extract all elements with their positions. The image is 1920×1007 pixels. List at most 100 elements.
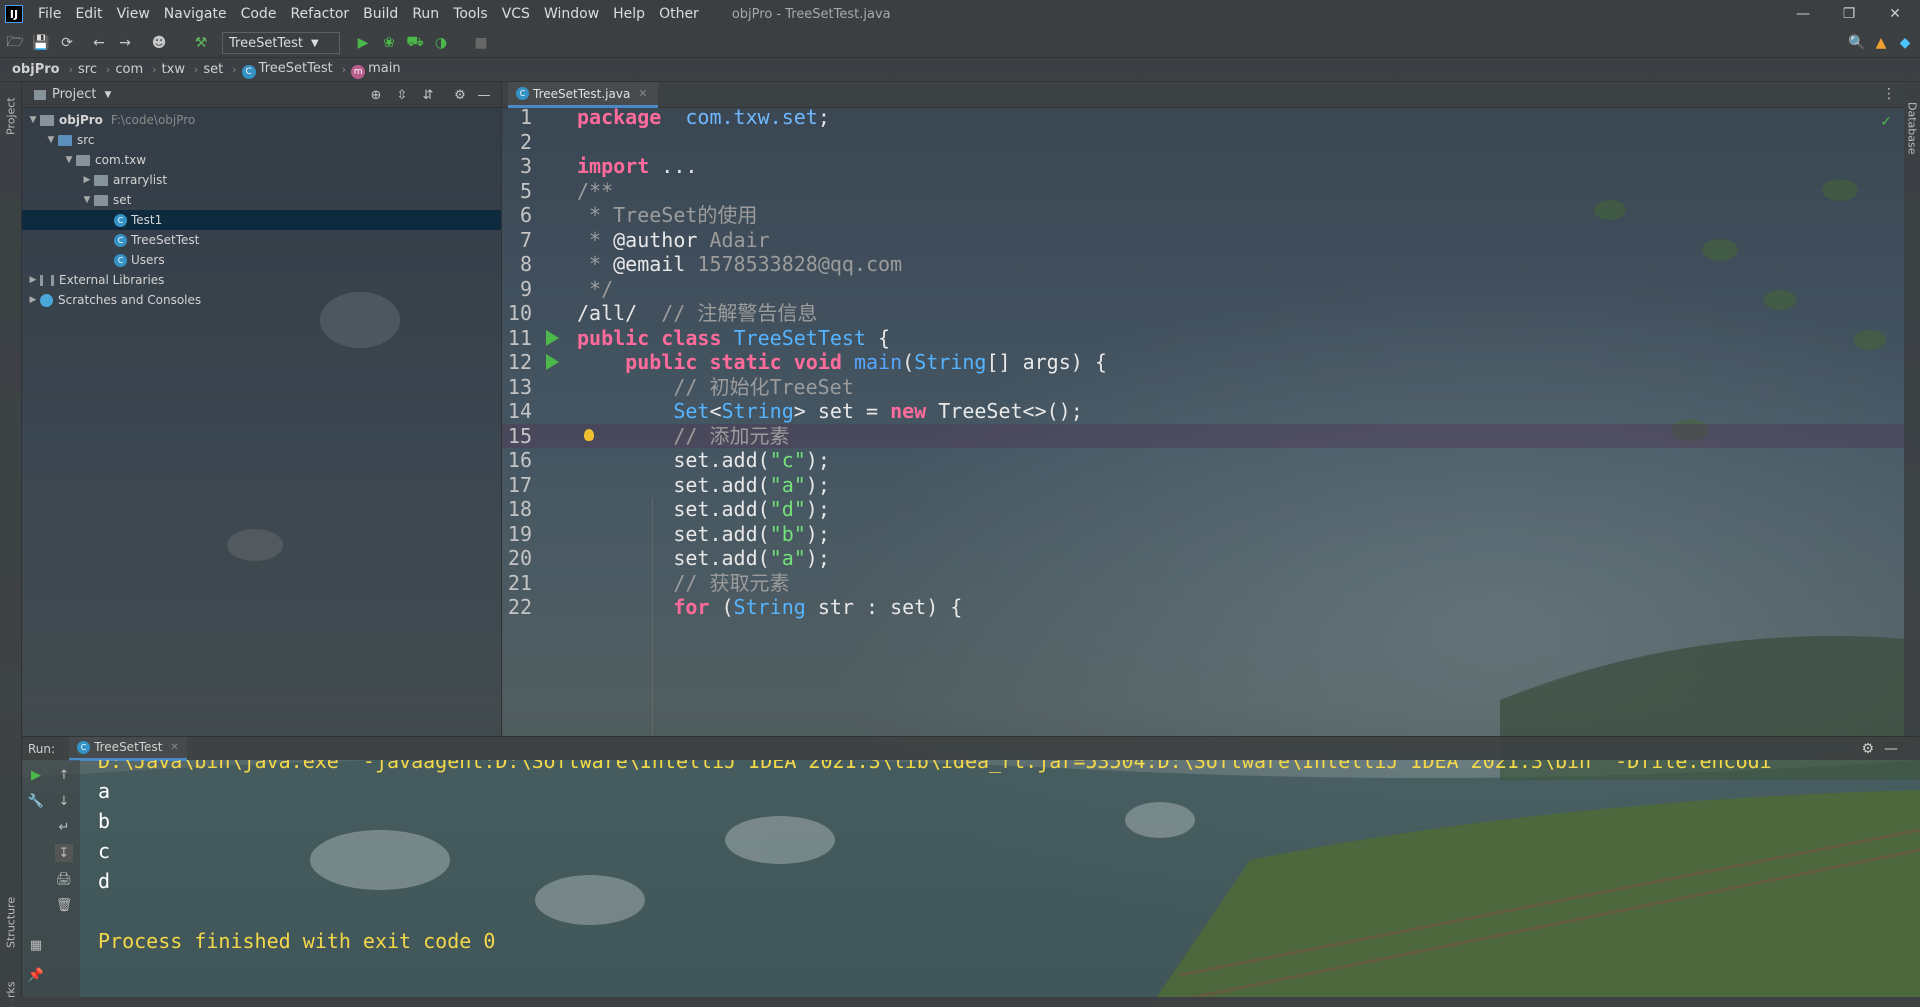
- breadcrumb-com[interactable]: com: [115, 62, 143, 77]
- structure-tool-tab[interactable]: Structure: [0, 882, 22, 962]
- menu-view[interactable]: View: [110, 6, 157, 22]
- code-line[interactable]: 9 */: [502, 277, 1904, 302]
- tree-item-objpro[interactable]: ▼ objPro F:\code\objPro: [22, 110, 501, 130]
- code-line[interactable]: 2: [502, 130, 1904, 155]
- collapse-all-icon[interactable]: ⇵: [420, 87, 436, 103]
- code-line[interactable]: 22 for (String str : set) {: [502, 595, 1904, 620]
- tree-item-arrarylist[interactable]: ▶ arrarylist: [22, 170, 501, 190]
- line-number[interactable]: 2: [502, 130, 532, 155]
- line-number[interactable]: 10: [502, 301, 532, 326]
- open-folder-icon[interactable]: 🗁: [6, 34, 24, 52]
- code-line[interactable]: 10/all/ // 注解警告信息: [502, 301, 1904, 326]
- tree-item-src[interactable]: ▼ src: [22, 130, 501, 150]
- chevron-down-icon[interactable]: ▼: [26, 115, 40, 125]
- gear-icon[interactable]: ⚙: [452, 87, 468, 103]
- breadcrumb-txw[interactable]: txw: [162, 62, 185, 77]
- tree-item-scratches[interactable]: ▶ Scratches and Consoles: [22, 290, 501, 310]
- tree-item-treesettest[interactable]: C TreeSetTest: [22, 230, 501, 250]
- menu-edit[interactable]: Edit: [68, 6, 109, 22]
- line-number[interactable]: 11: [502, 326, 532, 351]
- close-tab-icon[interactable]: ✕: [638, 87, 647, 100]
- code-line[interactable]: 21 // 获取元素: [502, 571, 1904, 596]
- code-line[interactable]: 12 public static void main(String[] args…: [502, 350, 1904, 375]
- scroll-to-end-icon[interactable]: ↧: [55, 844, 73, 862]
- project-tool-tab[interactable]: Project: [0, 86, 22, 146]
- line-number[interactable]: 16: [502, 448, 532, 473]
- line-number[interactable]: 22: [502, 595, 532, 620]
- line-number[interactable]: 7: [502, 228, 532, 253]
- gutter-run-icon[interactable]: [546, 354, 559, 370]
- database-tool-tab[interactable]: Database: [1904, 88, 1920, 168]
- layout-icon[interactable]: ▦: [27, 936, 45, 954]
- code-line[interactable]: 11 public class TreeSetTest {: [502, 326, 1904, 351]
- code-line[interactable]: 13 // 初始化TreeSet: [502, 375, 1904, 400]
- coverage-icon[interactable]: ⛟: [406, 34, 424, 52]
- tab-treesettest-java[interactable]: C TreeSetTest.java ✕: [508, 82, 658, 108]
- chevron-right-icon[interactable]: ▶: [26, 295, 40, 305]
- soft-wrap-icon[interactable]: ↵: [55, 818, 73, 836]
- code-line[interactable]: 20 set.add("a");: [502, 546, 1904, 571]
- tree-item-external-libraries[interactable]: ▶ External Libraries: [22, 270, 501, 290]
- line-number[interactable]: 15: [502, 424, 532, 449]
- debug-bug-icon[interactable]: ❀: [380, 34, 398, 52]
- hide-panel-icon[interactable]: —: [476, 87, 492, 103]
- code-editor[interactable]: 1 package com.txw.set; 2 3 import ... 5/** 6 *…: [502, 108, 1904, 736]
- menu-refactor[interactable]: Refactor: [283, 6, 356, 22]
- stop-icon[interactable]: ■: [472, 34, 490, 52]
- menu-navigate[interactable]: Navigate: [157, 6, 234, 22]
- code-line[interactable]: 18 set.add("d");: [502, 497, 1904, 522]
- line-number[interactable]: 18: [502, 497, 532, 522]
- breadcrumb-set[interactable]: set: [203, 62, 223, 77]
- back-icon[interactable]: ←: [90, 34, 108, 52]
- line-number[interactable]: 13: [502, 375, 532, 400]
- code-line[interactable]: 17 set.add("a");: [502, 473, 1904, 498]
- code-line[interactable]: 3 import ...: [502, 154, 1904, 179]
- code-line[interactable]: 15 // 添加元素: [502, 423, 1904, 449]
- gutter-run-icon[interactable]: [546, 329, 559, 346]
- line-number[interactable]: 5: [502, 179, 532, 204]
- minimize-icon[interactable]: —: [1780, 0, 1826, 28]
- menu-code[interactable]: Code: [234, 6, 284, 22]
- expand-all-icon[interactable]: ⇳: [394, 87, 410, 103]
- menu-tools[interactable]: Tools: [446, 6, 495, 22]
- close-tab-icon[interactable]: ✕: [170, 742, 178, 753]
- user-icon[interactable]: ☻: [150, 34, 168, 52]
- menu-other[interactable]: Other: [652, 6, 706, 22]
- chevron-down-icon[interactable]: ▼: [44, 135, 58, 145]
- code-line[interactable]: 8 * @email 1578533828@qq.com: [502, 252, 1904, 277]
- chevron-right-icon[interactable]: ▶: [80, 175, 94, 185]
- search-icon[interactable]: 🔍: [1848, 34, 1866, 52]
- code-line[interactable]: 6 * TreeSet的使用: [502, 203, 1904, 228]
- close-icon[interactable]: ✕: [1872, 0, 1918, 28]
- breadcrumb-method[interactable]: m main: [351, 61, 401, 79]
- code-line[interactable]: 7 * @author Adair: [502, 228, 1904, 253]
- chevron-right-icon[interactable]: ▶: [26, 275, 40, 285]
- breadcrumb-project[interactable]: objPro: [12, 62, 60, 77]
- menu-run[interactable]: Run: [405, 6, 446, 22]
- forward-icon[interactable]: →: [116, 34, 134, 52]
- line-number[interactable]: 12: [502, 350, 532, 375]
- tree-item-users[interactable]: C Users: [22, 250, 501, 270]
- build-hammer-icon[interactable]: ⚒: [192, 34, 210, 52]
- run-tab-treesettest[interactable]: C TreeSetTest ✕: [69, 736, 187, 761]
- hide-panel-icon[interactable]: —: [1884, 741, 1898, 757]
- locate-target-icon[interactable]: ⊕: [368, 87, 384, 103]
- chevron-down-icon[interactable]: ▼: [104, 90, 111, 100]
- breadcrumb-class[interactable]: C TreeSetTest: [241, 61, 333, 79]
- line-number[interactable]: 8: [502, 252, 532, 277]
- pin-icon[interactable]: 📌: [27, 966, 45, 984]
- tree-item-test1[interactable]: C Test1: [22, 210, 501, 230]
- sync-icon[interactable]: ⟳: [58, 34, 76, 52]
- project-panel-title[interactable]: Project: [52, 87, 96, 102]
- line-number[interactable]: 19: [502, 522, 532, 547]
- menu-file[interactable]: File: [31, 6, 68, 22]
- update-icon[interactable]: ▲: [1872, 34, 1890, 52]
- code-line[interactable]: 19 set.add("b");: [502, 522, 1904, 547]
- gear-icon[interactable]: ⚙: [1861, 741, 1874, 757]
- chevron-down-icon[interactable]: ▼: [80, 195, 94, 205]
- run-icon[interactable]: ▶: [354, 34, 372, 52]
- code-line[interactable]: 5 /**: [502, 179, 1904, 204]
- line-number[interactable]: 20: [502, 546, 532, 571]
- print-icon[interactable]: 🖨: [55, 870, 73, 888]
- plugin-icon[interactable]: ◆: [1896, 34, 1914, 52]
